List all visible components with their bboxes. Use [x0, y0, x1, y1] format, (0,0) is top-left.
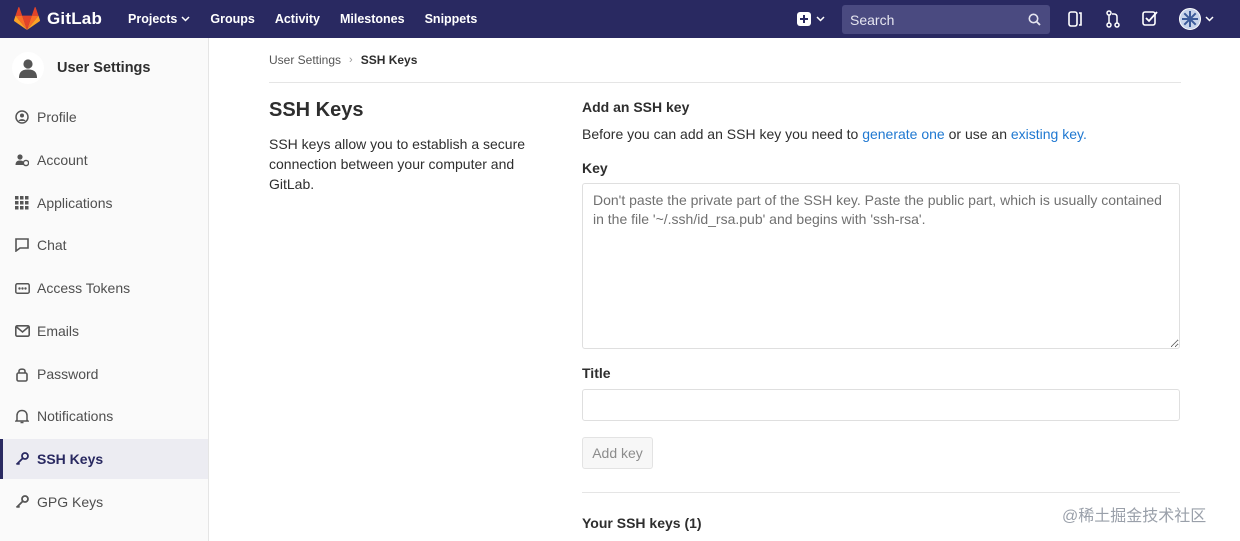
form-intro-middle: or use an — [944, 126, 1011, 142]
add-key-button[interactable]: Add key — [582, 437, 653, 469]
sidebar-item-password[interactable]: Password — [0, 354, 208, 394]
page-description: SSH keys allow you to establish a secure… — [269, 136, 526, 192]
sidebar-item-label: Notifications — [37, 408, 114, 424]
key-label: Key — [582, 160, 608, 176]
sidebar-title: User Settings — [57, 60, 151, 76]
gitlab-tanuki-icon — [14, 7, 40, 30]
watermark: @稀土掘金技术社区 — [1062, 508, 1207, 525]
search-box — [842, 5, 1050, 34]
new-item-button[interactable] — [797, 12, 825, 26]
sidebar-item-label: Profile — [37, 109, 77, 125]
generate-one-link[interactable]: generate one — [862, 126, 945, 142]
sidebar-item-label: Chat — [37, 237, 67, 253]
divider — [582, 492, 1180, 493]
issues-icon[interactable] — [1068, 10, 1082, 33]
email-icon — [14, 323, 30, 339]
your-ssh-keys-heading: Your SSH keys (1) — [582, 515, 702, 531]
sidebar-item-account[interactable]: Account — [0, 140, 208, 180]
token-icon — [14, 280, 30, 296]
account-icon — [14, 152, 30, 168]
sidebar-item-label: Account — [37, 152, 88, 168]
search-input[interactable] — [850, 11, 1020, 28]
chevron-down-icon — [816, 16, 825, 22]
sidebar-item-access-tokens[interactable]: Access Tokens — [0, 268, 208, 308]
chevron-right-icon: › — [349, 54, 353, 66]
avatar — [1179, 8, 1201, 30]
sidebar-item-applications[interactable]: Applications — [0, 183, 208, 223]
nav-activity[interactable]: Activity — [275, 12, 320, 26]
title-label: Title — [582, 365, 611, 381]
snowflake-avatar-icon — [1182, 11, 1198, 27]
chevron-down-icon — [181, 16, 190, 22]
gitlab-logo[interactable]: GitLab — [14, 7, 102, 31]
sidebar-item-emails[interactable]: Emails — [0, 311, 208, 351]
profile-icon — [14, 109, 30, 125]
sidebar-item-label: Applications — [37, 195, 113, 211]
form-intro: Before you can add an SSH key you need t… — [582, 126, 1087, 142]
form-heading: Add an SSH key — [582, 99, 690, 115]
sidebar-item-label: Access Tokens — [37, 280, 131, 296]
nav-projects-label: Projects — [128, 12, 178, 26]
breadcrumb-current[interactable]: SSH Keys — [361, 53, 418, 67]
user-menu[interactable] — [1179, 8, 1214, 30]
page-title: SSH Keys — [269, 99, 364, 121]
merge-request-icon[interactable] — [1106, 10, 1120, 33]
bell-icon — [14, 408, 30, 424]
settings-sidebar: User Settings Profile Account Applicatio… — [0, 38, 209, 541]
key-icon — [14, 494, 30, 510]
brand-name: GitLab — [47, 9, 103, 28]
nav-milestones[interactable]: Milestones — [340, 12, 405, 26]
main-content: User Settings › SSH Keys SSH Keys SSH ke… — [209, 38, 1240, 541]
new-item-dropdown[interactable] — [797, 0, 825, 38]
sidebar-item-notifications[interactable]: Notifications — [0, 396, 208, 436]
breadcrumb: User Settings › SSH Keys — [269, 53, 417, 67]
chevron-down-icon — [1205, 16, 1214, 22]
applications-icon — [14, 195, 30, 211]
sidebar-item-chat[interactable]: Chat — [0, 225, 208, 265]
sidebar-item-ssh-keys[interactable]: SSH Keys — [0, 439, 208, 479]
sidebar-item-gpg-keys[interactable]: GPG Keys — [0, 482, 208, 522]
sidebar-item-label: SSH Keys — [37, 451, 104, 467]
key-icon — [14, 451, 30, 467]
form-intro-prefix: Before you can add an SSH key you need t… — [582, 126, 863, 142]
user-icon — [12, 52, 44, 84]
chat-icon — [14, 237, 30, 253]
plus-square-icon — [797, 12, 811, 26]
sidebar-item-profile[interactable]: Profile — [0, 97, 208, 137]
top-navbar: GitLab Projects Groups Activity Mileston… — [0, 0, 1240, 38]
sidebar-header[interactable]: User Settings — [0, 38, 208, 98]
divider — [269, 82, 1181, 83]
main-nav: Projects Groups Activity Milestones Snip… — [128, 12, 497, 26]
existing-key-link[interactable]: existing key. — [1011, 126, 1087, 142]
sidebar-item-label: GPG Keys — [37, 494, 104, 510]
nav-groups[interactable]: Groups — [210, 12, 254, 26]
title-input[interactable] — [582, 389, 1180, 421]
nav-snippets[interactable]: Snippets — [425, 12, 478, 26]
sidebar-item-label: Password — [37, 366, 99, 382]
search-icon[interactable] — [1028, 13, 1041, 31]
todo-check-icon[interactable] — [1142, 10, 1158, 32]
lock-icon — [14, 366, 30, 382]
sidebar-item-label: Emails — [37, 323, 80, 339]
breadcrumb-parent[interactable]: User Settings — [269, 53, 341, 67]
nav-projects[interactable]: Projects — [128, 12, 190, 26]
key-textarea[interactable] — [582, 183, 1180, 349]
